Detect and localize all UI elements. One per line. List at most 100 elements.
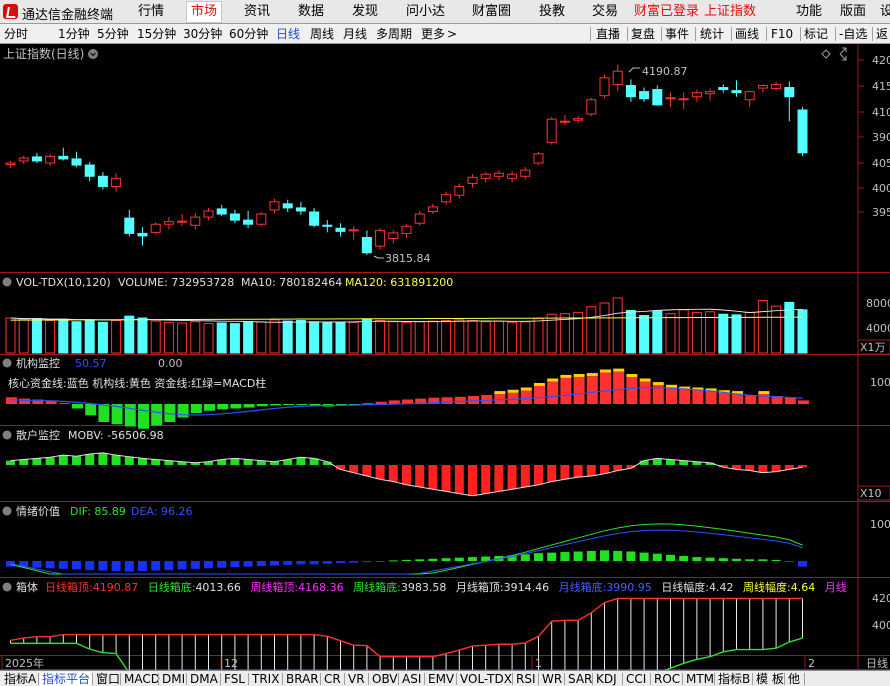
- period-60min[interactable]: 60分钟: [229, 26, 268, 42]
- candle-body: [150, 223, 161, 233]
- chevron-down-icon[interactable]: [2, 506, 12, 516]
- period-multi[interactable]: 多周期: [376, 26, 412, 42]
- vol-indicator-name[interactable]: VOL-TDX(10,120): [16, 276, 111, 289]
- retail-mobv-bar: [547, 465, 557, 482]
- menu-item-trade[interactable]: 交易: [588, 3, 622, 21]
- volume-bar: [335, 322, 346, 354]
- period-15min[interactable]: 15分钟: [137, 26, 176, 42]
- period-monthly[interactable]: 月线: [343, 26, 367, 42]
- period-intraday[interactable]: 分时: [4, 26, 28, 42]
- indicator-tab[interactable]: DMI: [160, 672, 187, 686]
- indicator-tab[interactable]: ASI: [400, 672, 423, 686]
- indicator-tab[interactable]: EMV: [426, 672, 456, 686]
- menu-item-wealth-circle[interactable]: 财富圈: [468, 3, 515, 21]
- chevron-down-icon[interactable]: [2, 430, 12, 440]
- menu-item-discover[interactable]: 发现: [348, 3, 382, 21]
- emotion-dea-value: DEA: 96.26: [131, 505, 192, 518]
- expand-icon[interactable]: [839, 47, 847, 61]
- menu-item-data[interactable]: 数据: [294, 3, 328, 21]
- indicator-tab[interactable]: WR: [540, 672, 564, 686]
- indicator-tab[interactable]: VR: [346, 672, 367, 686]
- indicator-tab[interactable]: CR: [322, 672, 343, 686]
- back-button[interactable]: 返: [873, 26, 890, 42]
- chevron-down-icon[interactable]: [2, 277, 12, 287]
- indicator-tab[interactable]: MACD: [122, 672, 162, 686]
- menu-item-market[interactable]: 市场: [186, 1, 223, 23]
- watchlist-button[interactable]: -自选: [836, 26, 870, 42]
- indicator-tab[interactable]: DMA: [188, 672, 220, 686]
- candle-body: [229, 213, 240, 221]
- mark-button[interactable]: 标记: [801, 26, 831, 42]
- volume-bar: [309, 321, 320, 354]
- chevron-down-icon[interactable]: [2, 582, 12, 592]
- emotion-macd-bar: [256, 561, 266, 567]
- menu-item-functions[interactable]: 功能: [792, 3, 826, 21]
- login-status[interactable]: 财富已登录: [630, 3, 703, 21]
- indicator-tab[interactable]: 模 板: [754, 672, 786, 686]
- period-weekly[interactable]: 周线: [310, 26, 334, 42]
- menu-item-education[interactable]: 投教: [535, 3, 569, 21]
- menu-item-settings[interactable]: 设: [876, 3, 890, 21]
- indicator-tab[interactable]: TRIX: [250, 672, 281, 686]
- inst-macd-bar: [204, 404, 215, 411]
- indicator-tab[interactable]: OBV: [370, 672, 400, 686]
- indicator-tab[interactable]: MTM: [684, 672, 716, 686]
- retail-indicator-name[interactable]: 散户监控: [16, 428, 60, 442]
- emotion-macd-bar: [124, 561, 134, 572]
- chevron-right-icon[interactable]: >: [447, 26, 457, 42]
- indicator-tab[interactable]: 指标B: [716, 672, 752, 686]
- indicator-tab[interactable]: VOL-TDX: [458, 672, 514, 686]
- menu-item-news[interactable]: 资讯: [240, 3, 274, 21]
- indicator-tab[interactable]: CCI: [624, 672, 648, 686]
- inst-line-marker: [494, 391, 506, 395]
- emotion-macd-bar: [296, 561, 306, 565]
- candle-body: [401, 225, 412, 234]
- chart-area[interactable]: 上证指数(日线) 4190.87 3815.84 420 415 410 405…: [0, 44, 890, 670]
- inst-line-marker: [573, 374, 585, 377]
- volume-bar: [97, 321, 108, 354]
- volume-bar: [612, 297, 623, 354]
- inst-macd-bar: [718, 393, 730, 404]
- f10-button[interactable]: F10: [768, 26, 796, 42]
- indicator-tab[interactable]: 指标A: [2, 672, 38, 686]
- menu-item-quotes[interactable]: 行情: [134, 3, 168, 21]
- indicator-tab[interactable]: 他: [786, 672, 802, 686]
- events-button[interactable]: 事件: [662, 26, 692, 42]
- indicator-tab[interactable]: FSL: [222, 672, 247, 686]
- emotion-macd-bar: [72, 561, 81, 570]
- indicator-tab[interactable]: RSI: [514, 672, 538, 686]
- candle-body: [599, 77, 610, 97]
- indicator-tab[interactable]: BRAR: [284, 672, 321, 686]
- retail-mobv-bars: [6, 452, 807, 496]
- indicator-tab[interactable]: SAR: [566, 672, 594, 686]
- chevron-down-icon[interactable]: [88, 49, 98, 59]
- period-5min[interactable]: 5分钟: [97, 26, 129, 42]
- indicator-tab[interactable]: 指标平台: [40, 672, 93, 686]
- indicator-tab[interactable]: 窗口: [94, 672, 122, 686]
- box-indicator-name[interactable]: 箱体: [16, 580, 38, 594]
- emotion-macd-bar: [679, 555, 689, 561]
- live-button[interactable]: 直播: [593, 26, 623, 42]
- retail-mobv-bar: [586, 465, 596, 476]
- divider: [714, 673, 715, 685]
- period-30min[interactable]: 30分钟: [183, 26, 222, 42]
- menu-item-xiaoda[interactable]: 问小达: [402, 3, 449, 21]
- indicator-tab[interactable]: ROC: [652, 672, 682, 686]
- y-tick: 395: [872, 206, 890, 219]
- candle-body: [309, 211, 320, 226]
- period-1min[interactable]: 1分钟: [58, 26, 90, 42]
- inst-indicator-name[interactable]: 机构监控: [16, 356, 60, 370]
- indicator-tab[interactable]: KDJ: [594, 672, 619, 686]
- period-more[interactable]: 更多: [421, 26, 445, 42]
- menu-item-layout[interactable]: 版面: [836, 3, 870, 21]
- replay-button[interactable]: 复盘: [628, 26, 658, 42]
- candle-body: [5, 162, 16, 166]
- chevron-down-icon[interactable]: [2, 358, 12, 368]
- retail-mobv-bar: [454, 465, 464, 494]
- drawing-button[interactable]: 画线: [732, 26, 762, 42]
- emotion-indicator-name[interactable]: 情绪价值: [16, 504, 60, 518]
- statistics-button[interactable]: 统计: [697, 26, 727, 42]
- diamond-icon[interactable]: [821, 49, 831, 59]
- period-daily[interactable]: 日线: [276, 26, 300, 42]
- volume-bar: [203, 323, 214, 354]
